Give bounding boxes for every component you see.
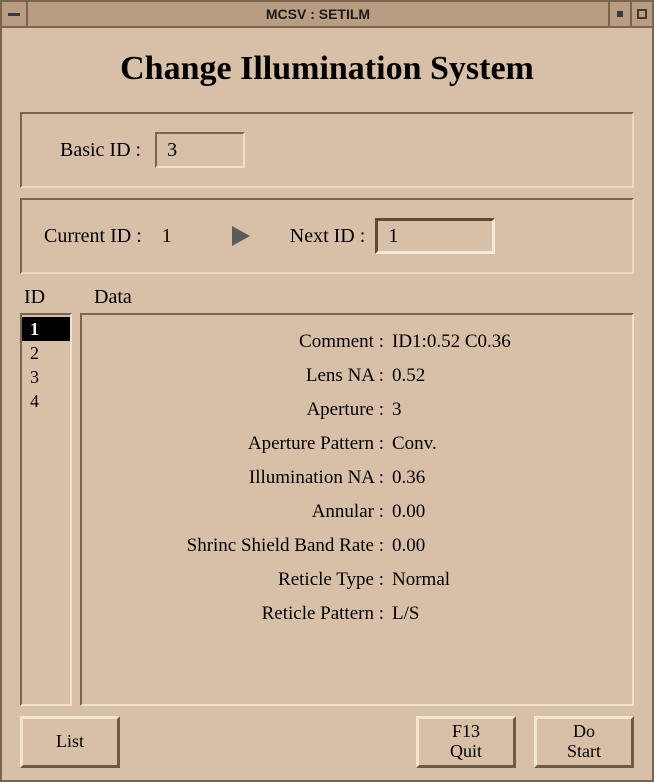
illumination-na-label: Illumination NA : <box>92 467 392 489</box>
id-list-item[interactable]: 3 <box>22 365 70 389</box>
header-data: Data <box>94 286 132 309</box>
id-list[interactable]: 1 2 3 4 <box>20 313 72 706</box>
page-title: Change Illumination System <box>20 50 634 88</box>
window-menu-icon[interactable] <box>2 2 28 26</box>
shrinc-value: 0.00 <box>392 535 614 557</box>
column-headers: ID Data <box>20 280 634 313</box>
annular-label: Annular : <box>92 501 392 523</box>
reticle-type-label: Reticle Type : <box>92 569 392 591</box>
client-area: Change Illumination System Basic ID : 3 … <box>2 28 652 780</box>
next-id-label: Next ID : <box>290 225 366 248</box>
data-panel: Comment :ID1:0.52 C0.36 Lens NA :0.52 Ap… <box>80 313 634 706</box>
window: MCSV : SETILM Change Illumination System… <box>0 0 654 782</box>
minimize-icon[interactable] <box>608 2 630 26</box>
comment-label: Comment : <box>92 331 392 353</box>
lens-na-label: Lens NA : <box>92 365 392 387</box>
header-id: ID <box>24 286 94 309</box>
basic-id-panel: Basic ID : 3 <box>20 112 634 188</box>
arrow-icon <box>232 226 250 246</box>
reticle-pattern-label: Reticle Pattern : <box>92 603 392 625</box>
start-button[interactable]: Do Start <box>534 716 634 768</box>
aperture-value: 3 <box>392 399 614 421</box>
basic-id-field[interactable]: 3 <box>155 132 245 168</box>
current-id-label: Current ID : <box>44 225 142 248</box>
next-id-value: 1 <box>388 225 398 248</box>
basic-id-value: 3 <box>167 139 177 162</box>
basic-id-label: Basic ID : <box>60 139 141 162</box>
aperture-pattern-value: Conv. <box>392 433 614 455</box>
shrinc-label: Shrinc Shield Band Rate : <box>92 535 392 557</box>
button-row: List F13 Quit Do Start <box>20 716 634 768</box>
next-id-field[interactable]: 1 <box>375 218 495 254</box>
list-button[interactable]: List <box>20 716 120 768</box>
current-next-panel: Current ID : 1 Next ID : 1 <box>20 198 634 274</box>
maximize-icon[interactable] <box>630 2 652 26</box>
titlebar: MCSV : SETILM <box>2 2 652 28</box>
id-list-item[interactable]: 4 <box>22 389 70 413</box>
comment-value: ID1:0.52 C0.36 <box>392 331 614 353</box>
window-title: MCSV : SETILM <box>28 6 608 22</box>
reticle-type-value: Normal <box>392 569 614 591</box>
aperture-pattern-label: Aperture Pattern : <box>92 433 392 455</box>
id-list-item[interactable]: 1 <box>22 317 70 341</box>
reticle-pattern-value: L/S <box>392 603 614 625</box>
lens-na-value: 0.52 <box>392 365 614 387</box>
id-list-item[interactable]: 2 <box>22 341 70 365</box>
illumination-na-value: 0.36 <box>392 467 614 489</box>
quit-button[interactable]: F13 Quit <box>416 716 516 768</box>
current-id-value: 1 <box>162 225 192 248</box>
annular-value: 0.00 <box>392 501 614 523</box>
aperture-label: Aperture : <box>92 399 392 421</box>
